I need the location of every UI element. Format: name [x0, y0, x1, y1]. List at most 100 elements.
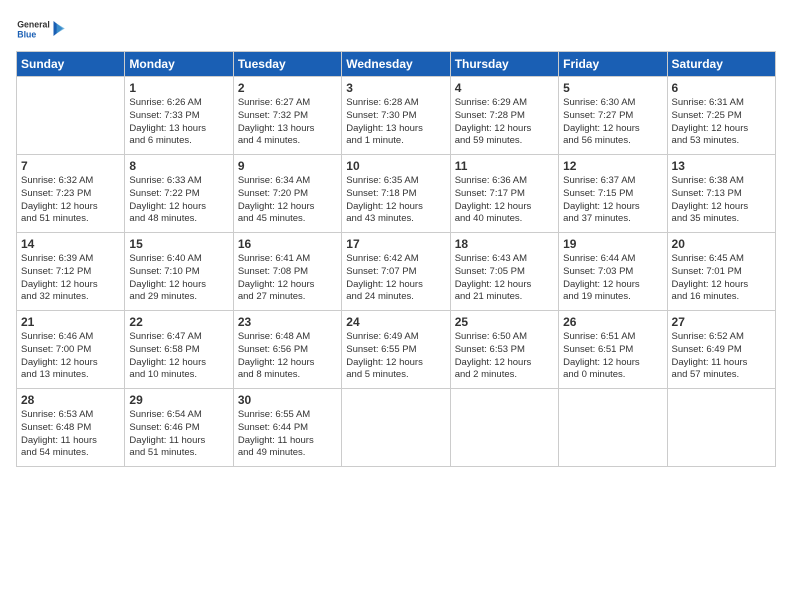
day-number: 29: [129, 393, 228, 407]
day-info: Sunrise: 6:30 AMSunset: 7:27 PMDaylight:…: [563, 97, 662, 148]
calendar-table: SundayMondayTuesdayWednesdayThursdayFrid…: [16, 51, 776, 467]
day-cell: 17 Sunrise: 6:42 AMSunset: 7:07 PMDayligh…: [342, 233, 450, 311]
day-cell: 30Sunrise: 6:55 AMSunset: 6:44 PMDayligh…: [233, 389, 341, 467]
day-number: 3: [346, 81, 445, 95]
day-info: Sunrise: 6:36 AMSunset: 7:17 PMDaylight:…: [455, 175, 554, 226]
day-cell: [342, 389, 450, 467]
day-cell: 1 Sunrise: 6:26 AMSunset: 7:33 PMDaylight…: [125, 77, 233, 155]
day-cell: 20 Sunrise: 6:45 AMSunset: 7:01 PMDayligh…: [667, 233, 775, 311]
day-cell: 26 Sunrise: 6:51 AMSunset: 6:51 PMDayligh…: [559, 311, 667, 389]
day-cell: [17, 77, 125, 155]
logo: General Blue: [16, 16, 66, 41]
day-cell: 23Sunrise: 6:48 AMSunset: 6:56 PMDayligh…: [233, 311, 341, 389]
day-info: Sunrise: 6:26 AMSunset: 7:33 PMDaylight:…: [129, 97, 228, 148]
day-cell: 12 Sunrise: 6:37 AMSunset: 7:15 PMDayligh…: [559, 155, 667, 233]
day-cell: 29 Sunrise: 6:54 AMSunset: 6:46 PMDayligh…: [125, 389, 233, 467]
weekday-header-tuesday: Tuesday: [233, 52, 341, 77]
weekday-header-wednesday: Wednesday: [342, 52, 450, 77]
day-info: Sunrise: 6:49 AMSunset: 6:55 PMDaylight:…: [346, 331, 445, 382]
day-info: Sunrise: 6:48 AMSunset: 6:56 PMDaylight:…: [238, 331, 337, 382]
day-info: Sunrise: 6:47 AMSunset: 6:58 PMDaylight:…: [129, 331, 228, 382]
day-info: Sunrise: 6:39 AMSunset: 7:12 PMDaylight:…: [21, 253, 120, 304]
weekday-header-thursday: Thursday: [450, 52, 558, 77]
svg-text:General: General: [17, 19, 50, 29]
day-info: Sunrise: 6:54 AMSunset: 6:46 PMDaylight:…: [129, 409, 228, 460]
day-number: 9: [238, 159, 337, 173]
day-cell: 4 Sunrise: 6:29 AMSunset: 7:28 PMDaylight…: [450, 77, 558, 155]
day-cell: 14Sunrise: 6:39 AMSunset: 7:12 PMDayligh…: [17, 233, 125, 311]
day-number: 10: [346, 159, 445, 173]
weekday-header-row: SundayMondayTuesdayWednesdayThursdayFrid…: [17, 52, 776, 77]
day-info: Sunrise: 6:41 AMSunset: 7:08 PMDaylight:…: [238, 253, 337, 304]
weekday-header-sunday: Sunday: [17, 52, 125, 77]
week-row-3: 14Sunrise: 6:39 AMSunset: 7:12 PMDayligh…: [17, 233, 776, 311]
day-info: Sunrise: 6:51 AMSunset: 6:51 PMDaylight:…: [563, 331, 662, 382]
day-cell: 10 Sunrise: 6:35 AMSunset: 7:18 PMDayligh…: [342, 155, 450, 233]
week-row-4: 21 Sunrise: 6:46 AMSunset: 7:00 PMDayligh…: [17, 311, 776, 389]
day-info: Sunrise: 6:33 AMSunset: 7:22 PMDaylight:…: [129, 175, 228, 226]
day-cell: [559, 389, 667, 467]
day-cell: 3 Sunrise: 6:28 AMSunset: 7:30 PMDaylight…: [342, 77, 450, 155]
day-number: 28: [21, 393, 120, 407]
day-number: 7: [21, 159, 120, 173]
day-cell: 2 Sunrise: 6:27 AMSunset: 7:32 PMDaylight…: [233, 77, 341, 155]
day-info: Sunrise: 6:45 AMSunset: 7:01 PMDaylight:…: [672, 253, 771, 304]
day-number: 27: [672, 315, 771, 329]
day-cell: 28Sunrise: 6:53 AMSunset: 6:48 PMDayligh…: [17, 389, 125, 467]
day-number: 17: [346, 237, 445, 251]
day-cell: [667, 389, 775, 467]
day-info: Sunrise: 6:29 AMSunset: 7:28 PMDaylight:…: [455, 97, 554, 148]
day-cell: 19 Sunrise: 6:44 AMSunset: 7:03 PMDayligh…: [559, 233, 667, 311]
day-number: 18: [455, 237, 554, 251]
day-number: 22: [129, 315, 228, 329]
day-number: 21: [21, 315, 120, 329]
day-cell: 22 Sunrise: 6:47 AMSunset: 6:58 PMDayligh…: [125, 311, 233, 389]
day-cell: 16 Sunrise: 6:41 AMSunset: 7:08 PMDayligh…: [233, 233, 341, 311]
day-number: 8: [129, 159, 228, 173]
day-info: Sunrise: 6:32 AMSunset: 7:23 PMDaylight:…: [21, 175, 120, 226]
day-info: Sunrise: 6:42 AMSunset: 7:07 PMDaylight:…: [346, 253, 445, 304]
day-cell: 27 Sunrise: 6:52 AMSunset: 6:49 PMDayligh…: [667, 311, 775, 389]
day-cell: 15Sunrise: 6:40 AMSunset: 7:10 PMDayligh…: [125, 233, 233, 311]
day-number: 1: [129, 81, 228, 95]
day-info: Sunrise: 6:34 AMSunset: 7:20 PMDaylight:…: [238, 175, 337, 226]
svg-text:Blue: Blue: [17, 29, 36, 39]
day-info: Sunrise: 6:44 AMSunset: 7:03 PMDaylight:…: [563, 253, 662, 304]
day-info: Sunrise: 6:37 AMSunset: 7:15 PMDaylight:…: [563, 175, 662, 226]
weekday-header-friday: Friday: [559, 52, 667, 77]
day-number: 2: [238, 81, 337, 95]
day-info: Sunrise: 6:27 AMSunset: 7:32 PMDaylight:…: [238, 97, 337, 148]
day-info: Sunrise: 6:50 AMSunset: 6:53 PMDaylight:…: [455, 331, 554, 382]
week-row-1: 1 Sunrise: 6:26 AMSunset: 7:33 PMDaylight…: [17, 77, 776, 155]
day-number: 25: [455, 315, 554, 329]
day-info: Sunrise: 6:52 AMSunset: 6:49 PMDaylight:…: [672, 331, 771, 382]
day-cell: 21 Sunrise: 6:46 AMSunset: 7:00 PMDayligh…: [17, 311, 125, 389]
day-cell: 25 Sunrise: 6:50 AMSunset: 6:53 PMDayligh…: [450, 311, 558, 389]
day-cell: 9 Sunrise: 6:34 AMSunset: 7:20 PMDaylight…: [233, 155, 341, 233]
week-row-2: 7 Sunrise: 6:32 AMSunset: 7:23 PMDaylight…: [17, 155, 776, 233]
day-info: Sunrise: 6:35 AMSunset: 7:18 PMDaylight:…: [346, 175, 445, 226]
day-number: 6: [672, 81, 771, 95]
day-info: Sunrise: 6:55 AMSunset: 6:44 PMDaylight:…: [238, 409, 337, 460]
calendar-page: General Blue SundayMondayTuesdayWednesda…: [0, 0, 792, 612]
day-cell: [450, 389, 558, 467]
logo-icon: General Blue: [16, 16, 66, 41]
day-cell: 7 Sunrise: 6:32 AMSunset: 7:23 PMDaylight…: [17, 155, 125, 233]
day-info: Sunrise: 6:43 AMSunset: 7:05 PMDaylight:…: [455, 253, 554, 304]
day-info: Sunrise: 6:46 AMSunset: 7:00 PMDaylight:…: [21, 331, 120, 382]
day-number: 11: [455, 159, 554, 173]
day-number: 24: [346, 315, 445, 329]
day-number: 16: [238, 237, 337, 251]
day-number: 4: [455, 81, 554, 95]
day-number: 19: [563, 237, 662, 251]
day-number: 12: [563, 159, 662, 173]
day-number: 13: [672, 159, 771, 173]
weekday-header-saturday: Saturday: [667, 52, 775, 77]
day-info: Sunrise: 6:28 AMSunset: 7:30 PMDaylight:…: [346, 97, 445, 148]
day-cell: 24 Sunrise: 6:49 AMSunset: 6:55 PMDayligh…: [342, 311, 450, 389]
weekday-header-monday: Monday: [125, 52, 233, 77]
day-number: 20: [672, 237, 771, 251]
day-number: 5: [563, 81, 662, 95]
day-number: 26: [563, 315, 662, 329]
day-cell: 13Sunrise: 6:38 AMSunset: 7:13 PMDayligh…: [667, 155, 775, 233]
